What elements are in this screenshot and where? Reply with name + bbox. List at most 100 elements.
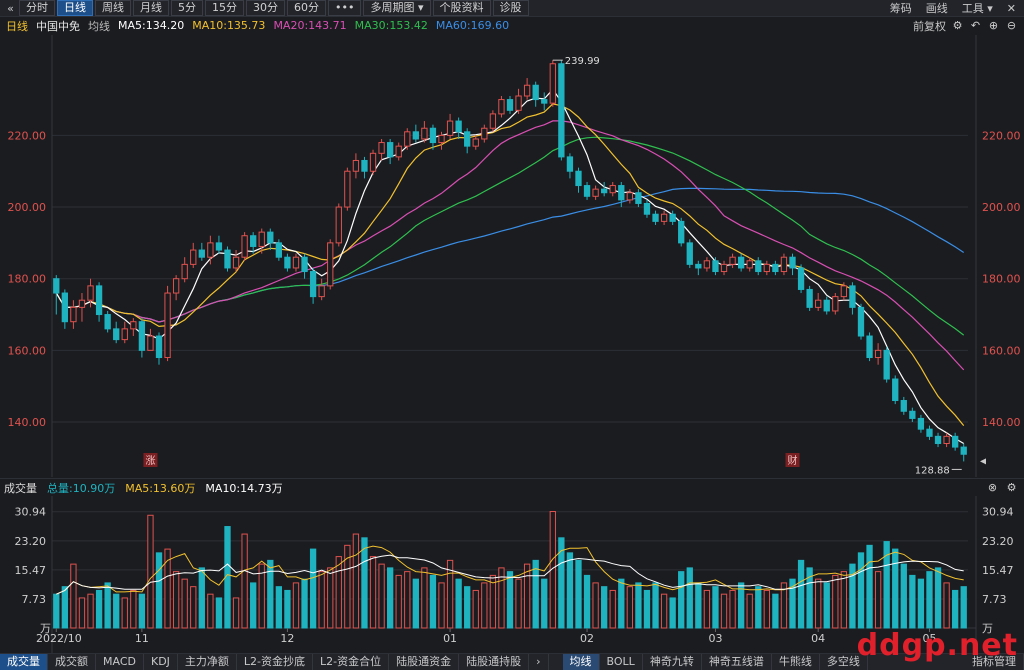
candle-body bbox=[515, 95, 522, 111]
ma-bar-tools: 前复权 ⚙ ↶ ⊕ ⊖ bbox=[913, 18, 1024, 34]
zoom-in-icon[interactable]: ⊕ bbox=[987, 19, 1000, 32]
volume-ma10: MA10:14.73万 bbox=[205, 481, 283, 495]
tab-ma[interactable]: 均线 bbox=[562, 654, 600, 670]
volume-bar bbox=[618, 578, 625, 629]
candle bbox=[917, 414, 925, 433]
diagnose-button[interactable]: 诊股 bbox=[492, 0, 529, 16]
candle-body bbox=[823, 299, 830, 312]
volume-bar bbox=[429, 574, 437, 629]
tab-kdj[interactable]: KDJ bbox=[144, 654, 178, 670]
caret-down-icon: ▾ bbox=[987, 2, 993, 15]
price-tick-label: 160.00 bbox=[8, 344, 47, 357]
candle bbox=[592, 185, 599, 200]
ma-label[interactable]: 均线 bbox=[88, 18, 110, 34]
multi-period-button[interactable]: 多周期图 ▾ bbox=[363, 0, 431, 16]
candle-body bbox=[138, 321, 146, 351]
tab-weekly[interactable]: 周线 bbox=[95, 0, 131, 16]
tab-30min[interactable]: 30分 bbox=[246, 0, 285, 16]
candle-body bbox=[335, 206, 342, 244]
candle bbox=[943, 432, 950, 448]
tab-l2-position[interactable]: L2-资金合位 bbox=[313, 654, 390, 670]
volume-bar bbox=[532, 559, 539, 629]
candle bbox=[952, 432, 959, 451]
tools-button[interactable]: 工具 ▾ bbox=[962, 0, 993, 16]
price-chart[interactable]: 220.00 200.00 180.00 160.00 140.00 220.00 200… bbox=[0, 35, 1024, 477]
tab-l2-bottom[interactable]: L2-资金抄底 bbox=[237, 654, 314, 670]
price-tick-label: 220.00 bbox=[982, 129, 1021, 142]
tab-hk-connect-holdings[interactable]: 陆股通持股 bbox=[459, 654, 530, 670]
volume-bar bbox=[181, 578, 188, 629]
date-label: 04 bbox=[811, 632, 825, 645]
candle-body bbox=[446, 120, 454, 136]
volume-bar bbox=[652, 582, 659, 629]
candle bbox=[215, 235, 223, 254]
candle-body bbox=[172, 278, 180, 294]
candle-body bbox=[421, 127, 428, 140]
candle bbox=[404, 128, 411, 150]
tab-macd[interactable]: MACD bbox=[96, 654, 144, 670]
volume-bar bbox=[87, 593, 94, 629]
undo-icon[interactable]: ↶ bbox=[969, 19, 982, 32]
settings-icon[interactable]: ⚙ bbox=[951, 19, 964, 32]
stock-info-button[interactable]: 个股资料 bbox=[432, 0, 491, 16]
tab-main-net[interactable]: 主力净额 bbox=[178, 654, 237, 670]
candle bbox=[583, 181, 591, 200]
candle-body bbox=[874, 349, 882, 359]
candle-body bbox=[412, 131, 419, 140]
candle-body bbox=[566, 156, 574, 172]
candle-body bbox=[626, 192, 634, 201]
candle-body bbox=[926, 428, 933, 437]
volume-bar bbox=[583, 574, 591, 629]
candle bbox=[284, 253, 291, 272]
volume-bar bbox=[712, 586, 719, 629]
tab-monthly[interactable]: 月线 bbox=[133, 0, 169, 16]
tab-boll[interactable]: BOLL bbox=[600, 654, 643, 670]
volume-bar bbox=[874, 571, 882, 629]
volume-tick-label: 23.20 bbox=[15, 535, 47, 548]
chevron-right-icon[interactable]: › bbox=[529, 654, 549, 670]
candle-body bbox=[164, 292, 171, 359]
candle-body bbox=[789, 256, 796, 269]
zoom-out-icon[interactable]: ⊖ bbox=[1005, 19, 1018, 32]
tab-60min[interactable]: 60分 bbox=[287, 0, 326, 16]
close-icon[interactable]: ⊗ bbox=[986, 481, 999, 494]
tab-volume[interactable]: 成交量 bbox=[0, 654, 48, 670]
double-chevron-left-icon[interactable]: « bbox=[4, 2, 17, 15]
more-periods-button[interactable]: ••• bbox=[328, 0, 362, 16]
volume-bar bbox=[292, 582, 300, 629]
candle bbox=[361, 156, 368, 179]
tab-fenshi[interactable]: 分时 bbox=[19, 0, 55, 16]
candle bbox=[780, 253, 788, 276]
ma30-value: MA30:153.42 bbox=[354, 19, 428, 32]
candle-body bbox=[87, 285, 94, 301]
tab-15min[interactable]: 15分 bbox=[205, 0, 244, 16]
volume-bar bbox=[352, 533, 360, 629]
candle bbox=[224, 246, 231, 272]
candle bbox=[823, 296, 830, 315]
volume-bar bbox=[763, 589, 770, 629]
candle bbox=[678, 217, 685, 247]
tab-daily[interactable]: 日线 bbox=[57, 0, 93, 16]
close-icon[interactable]: ✕ bbox=[1007, 2, 1016, 15]
candle-body bbox=[669, 213, 676, 222]
volume-bar bbox=[275, 586, 283, 629]
tab-hk-connect-funds[interactable]: 陆股通资金 bbox=[389, 654, 460, 670]
chip-distribution-button[interactable]: 筹码 bbox=[890, 0, 912, 16]
adjust-button[interactable]: 前复权 bbox=[913, 18, 946, 34]
candle bbox=[498, 95, 505, 118]
candle bbox=[934, 432, 942, 448]
draw-line-button[interactable]: 画线 bbox=[926, 0, 948, 16]
candle-body bbox=[635, 192, 642, 204]
candle-body bbox=[181, 263, 188, 280]
tab-5min[interactable]: 5分 bbox=[171, 0, 203, 16]
candle bbox=[703, 257, 711, 272]
tab-magic-nine[interactable]: 神奇九转 bbox=[643, 654, 702, 670]
tab-magic-five[interactable]: 神奇五线谱 bbox=[702, 654, 772, 670]
volume-bar bbox=[472, 589, 479, 629]
tab-turnover[interactable]: 成交额 bbox=[48, 654, 96, 670]
candle-body bbox=[917, 417, 925, 430]
volume-bar bbox=[70, 563, 77, 629]
tab-bull-bear[interactable]: 牛熊线 bbox=[772, 654, 820, 670]
volume-bar bbox=[934, 567, 942, 629]
settings-icon[interactable]: ⚙ bbox=[1005, 481, 1018, 494]
